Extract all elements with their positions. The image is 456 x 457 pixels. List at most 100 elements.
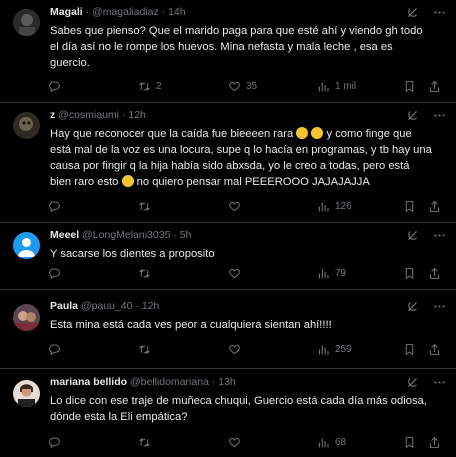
views-icon bbox=[318, 202, 329, 212]
share-button[interactable] bbox=[428, 343, 441, 356]
avatar[interactable] bbox=[13, 232, 40, 259]
share-icon bbox=[429, 343, 440, 355]
tweet-text: Y sacarse los dientes a proposito bbox=[50, 248, 215, 260]
avatar[interactable] bbox=[13, 380, 40, 407]
retweet-button[interactable] bbox=[138, 267, 151, 280]
display-name[interactable]: z bbox=[50, 109, 55, 121]
more-icon[interactable] bbox=[433, 109, 446, 127]
handle[interactable]: @LongMelani3035 bbox=[82, 229, 170, 241]
share-icon bbox=[429, 80, 440, 92]
avatar[interactable] bbox=[13, 112, 40, 139]
tweet-header: Magali · @magaliadiaz · 14h bbox=[50, 6, 186, 18]
retweet-icon bbox=[139, 269, 150, 278]
display-name[interactable]: Meeel bbox=[50, 229, 79, 241]
grok-icon[interactable] bbox=[406, 6, 419, 24]
grok-icon[interactable] bbox=[406, 229, 419, 247]
views-button[interactable]: 126 bbox=[317, 200, 352, 213]
reply-icon bbox=[49, 201, 60, 213]
bookmark-button[interactable] bbox=[403, 200, 416, 213]
share-button[interactable] bbox=[428, 80, 441, 93]
reply-icon bbox=[49, 81, 60, 93]
reply-button[interactable] bbox=[48, 436, 61, 449]
timestamp[interactable]: 14h bbox=[168, 6, 186, 18]
views-button[interactable]: 68 bbox=[317, 436, 346, 449]
rofl-emoji-icon bbox=[311, 127, 324, 139]
views-icon bbox=[318, 82, 329, 92]
grok-icon[interactable] bbox=[406, 300, 419, 318]
tweet-meeel[interactable]: Meeel @LongMelani3035 · 5h Y sacarse los… bbox=[0, 223, 456, 290]
like-button[interactable] bbox=[228, 436, 241, 449]
grok-icon[interactable] bbox=[406, 109, 419, 127]
tweet-magali[interactable]: Magali · @magaliadiaz · 14h Sabes que pi… bbox=[0, 0, 456, 103]
more-icon[interactable] bbox=[433, 300, 446, 318]
like-button[interactable] bbox=[228, 200, 241, 213]
timestamp[interactable]: 13h bbox=[218, 376, 236, 388]
bookmark-icon bbox=[405, 201, 414, 213]
tweet-text: Sabes que pienso? Que el marido paga par… bbox=[50, 25, 423, 69]
views-button[interactable]: 259 bbox=[317, 343, 352, 356]
more-icon[interactable] bbox=[433, 376, 446, 394]
like-button[interactable] bbox=[228, 343, 241, 356]
reply-button[interactable] bbox=[48, 267, 61, 280]
views-icon bbox=[318, 438, 329, 448]
display-name[interactable]: Paula bbox=[50, 300, 78, 312]
like-button[interactable] bbox=[228, 267, 241, 280]
handle[interactable]: @pauu_40 bbox=[81, 300, 133, 312]
handle[interactable]: @magaliadiaz bbox=[92, 6, 159, 18]
retweet-icon bbox=[139, 202, 150, 211]
share-icon bbox=[429, 436, 440, 448]
tweet-paula[interactable]: Paula @pauu_40 · 12h Esta mina está cada… bbox=[0, 290, 456, 369]
avatar[interactable] bbox=[13, 9, 40, 36]
display-name[interactable]: Magali bbox=[50, 6, 83, 18]
bookmark-icon bbox=[405, 344, 414, 356]
bookmark-icon bbox=[405, 81, 414, 93]
tweet-text: Hay que reconocer que la caída fue bieee… bbox=[50, 127, 432, 188]
retweet-button[interactable]: 2 bbox=[138, 80, 162, 93]
action-bar: 126 bbox=[48, 200, 446, 214]
retweet-button[interactable] bbox=[138, 436, 151, 449]
bookmark-button[interactable] bbox=[403, 80, 416, 93]
tweet-header: z @cosmiaumi · 12h bbox=[50, 109, 146, 121]
grimace-emoji-icon bbox=[296, 127, 309, 139]
more-icon[interactable] bbox=[433, 6, 446, 24]
grok-icon[interactable] bbox=[406, 376, 419, 394]
tweet-header: Paula @pauu_40 · 12h bbox=[50, 300, 160, 312]
heart-icon bbox=[229, 201, 240, 212]
timestamp[interactable]: 12h bbox=[142, 300, 160, 312]
views-icon bbox=[318, 345, 329, 355]
display-name[interactable]: mariana bellido bbox=[50, 376, 127, 388]
retweet-button[interactable] bbox=[138, 343, 151, 356]
timestamp[interactable]: 5h bbox=[180, 229, 192, 241]
tweet-mariana[interactable]: mariana bellido @bellidomariana · 13h Lo… bbox=[0, 369, 456, 457]
bookmark-icon bbox=[405, 437, 414, 449]
share-icon bbox=[429, 200, 440, 212]
share-button[interactable] bbox=[428, 436, 441, 449]
heart-icon bbox=[229, 268, 240, 279]
tweet-header: Meeel @LongMelani3035 · 5h bbox=[50, 229, 192, 241]
reply-button[interactable] bbox=[48, 343, 61, 356]
like-button[interactable]: 35 bbox=[228, 80, 257, 93]
action-bar: 79 bbox=[48, 267, 446, 281]
handle[interactable]: @cosmiaumi bbox=[58, 109, 119, 121]
action-bar: 68 bbox=[48, 436, 446, 450]
action-bar: 259 bbox=[48, 343, 446, 357]
timestamp[interactable]: 12h bbox=[128, 109, 146, 121]
views-button[interactable]: 1 mil bbox=[317, 80, 356, 93]
retweet-button[interactable] bbox=[138, 200, 151, 213]
share-button[interactable] bbox=[428, 200, 441, 213]
retweet-icon bbox=[139, 82, 150, 91]
reply-icon bbox=[49, 437, 60, 449]
share-button[interactable] bbox=[428, 267, 441, 280]
more-icon[interactable] bbox=[433, 229, 446, 247]
avatar[interactable] bbox=[13, 304, 40, 331]
retweet-icon bbox=[139, 345, 150, 354]
bookmark-button[interactable] bbox=[403, 343, 416, 356]
bookmark-button[interactable] bbox=[403, 267, 416, 280]
action-bar: 2 35 1 mil bbox=[48, 80, 446, 94]
tweet-z[interactable]: z @cosmiaumi · 12h Hay que reconocer que… bbox=[0, 103, 456, 223]
reply-button[interactable] bbox=[48, 200, 61, 213]
reply-button[interactable] bbox=[48, 80, 61, 93]
views-button[interactable]: 79 bbox=[317, 267, 346, 280]
bookmark-button[interactable] bbox=[403, 436, 416, 449]
handle[interactable]: @bellidomariana bbox=[130, 376, 209, 388]
